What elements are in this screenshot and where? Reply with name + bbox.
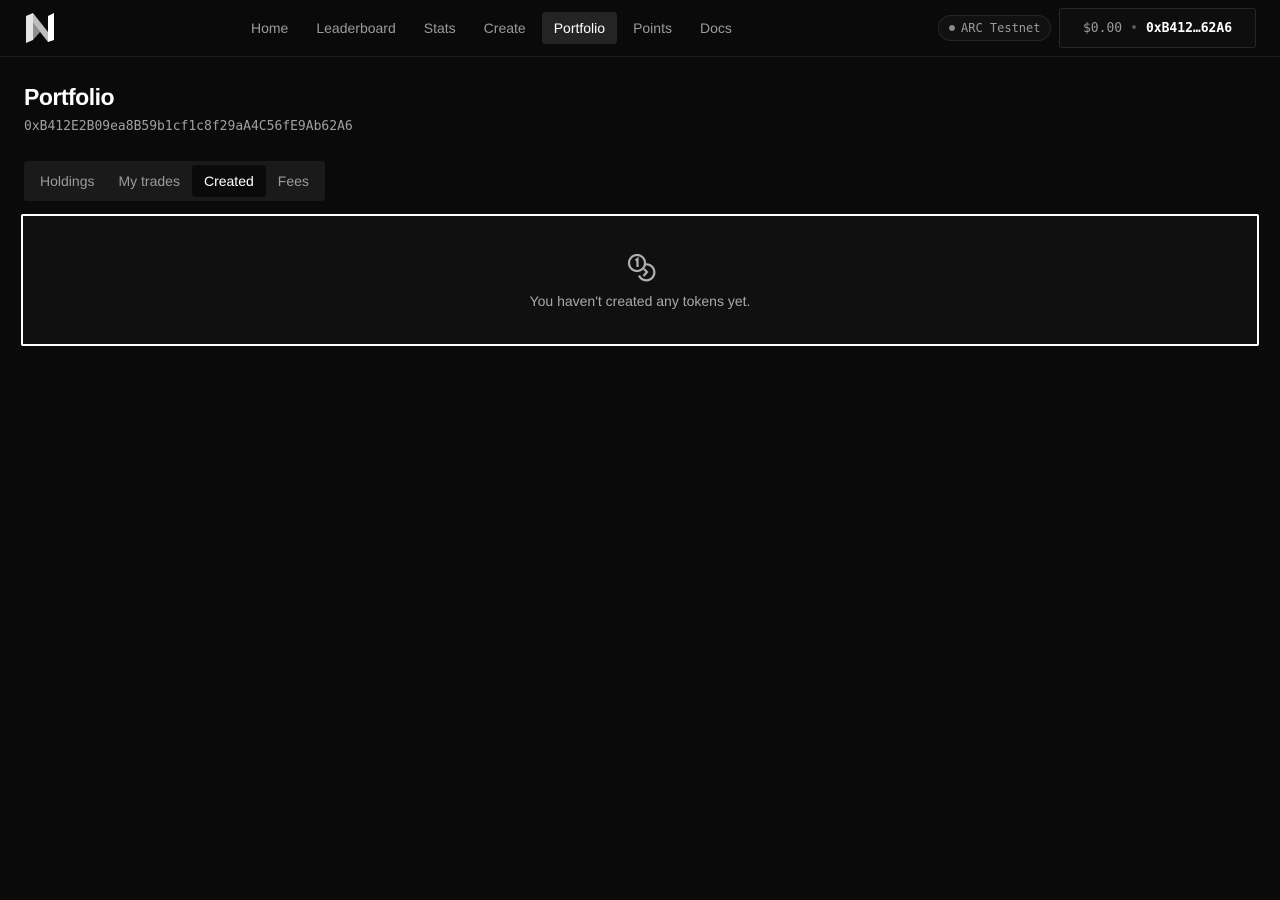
wallet-button[interactable]: $0.00 • 0xB412…62A6 [1059, 8, 1256, 48]
top-bar: Home Leaderboard Stats Create Portfolio … [0, 0, 1280, 57]
network-badge[interactable]: ARC Testnet [938, 15, 1052, 41]
nav-stats[interactable]: Stats [412, 12, 468, 44]
logo-icon[interactable] [24, 12, 56, 44]
portfolio-address: 0xB412E2B09ea8B59b1cf1c8f29aA4C56fE9Ab62… [24, 119, 353, 134]
main-nav: Home Leaderboard Stats Create Portfolio … [239, 12, 744, 44]
nav-home[interactable]: Home [239, 12, 300, 44]
page-title: Portfolio [24, 84, 115, 110]
nav-create[interactable]: Create [472, 12, 538, 44]
empty-state-message: You haven't created any tokens yet. [529, 293, 751, 309]
wallet-separator: • [1130, 20, 1138, 36]
tab-fees[interactable]: Fees [266, 165, 321, 197]
portfolio-tabs: Holdings My trades Created Fees [24, 161, 325, 201]
wallet-address: 0xB412…62A6 [1145, 20, 1233, 36]
empty-state-panel: You haven't created any tokens yet. [21, 214, 1259, 346]
status-dot-icon [949, 25, 955, 31]
nav-docs[interactable]: Docs [688, 12, 744, 44]
tab-holdings[interactable]: Holdings [28, 165, 106, 197]
nav-portfolio[interactable]: Portfolio [541, 12, 618, 44]
nav-leaderboard[interactable]: Leaderboard [304, 12, 407, 44]
nav-points[interactable]: Points [621, 12, 684, 44]
tab-my-trades[interactable]: My trades [106, 165, 191, 197]
wallet-balance: $0.00 [1082, 20, 1123, 36]
tab-created[interactable]: Created [191, 165, 266, 197]
network-label: ARC Testnet [961, 21, 1041, 35]
coins-icon [626, 252, 658, 284]
